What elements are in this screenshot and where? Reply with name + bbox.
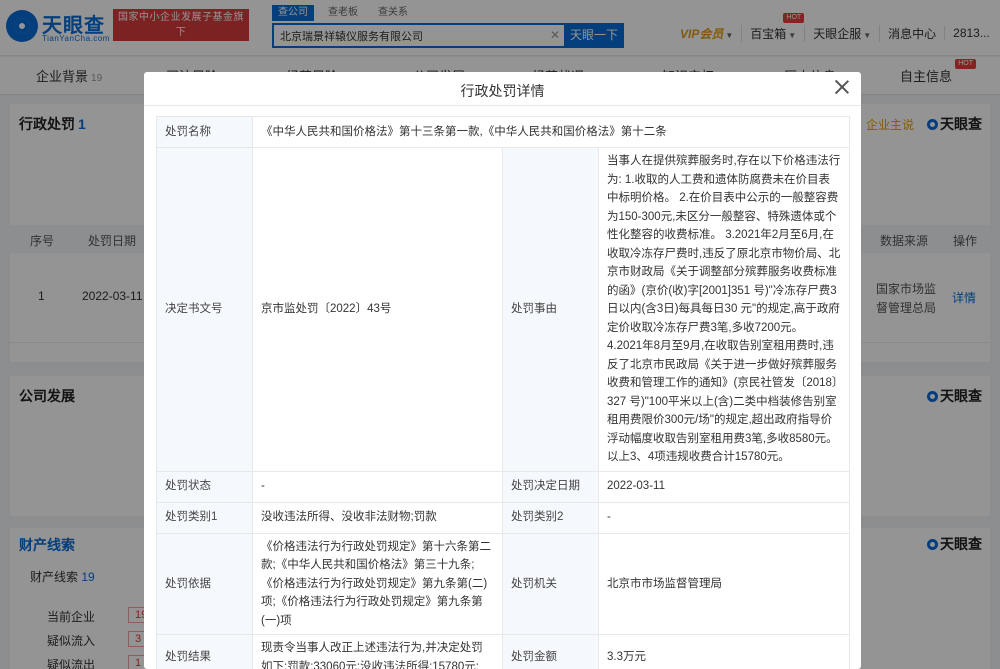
- penalty-basis-label: 处罚依据: [156, 532, 253, 635]
- penalty-result-value: 现责令当事人改正上述违法行为,并决定处罚如下:罚款:33060元;没收违法所得:…: [252, 634, 503, 669]
- penalty-category2-label: 处罚类别2: [502, 501, 599, 534]
- penalty-category1-value: 没收违法所得、没收非法财物;罚款: [252, 501, 503, 534]
- table-row: 处罚结果 现责令当事人改正上述违法行为,并决定处罚如下:罚款:33060元;没收…: [156, 634, 851, 669]
- penalty-authority-label: 处罚机关: [502, 532, 599, 635]
- penalty-result-label: 处罚结果: [156, 634, 253, 669]
- penalty-amount-label: 处罚金额: [502, 634, 599, 669]
- close-icon[interactable]: [834, 79, 850, 95]
- penalty-category1-label: 处罚类别1: [156, 501, 253, 534]
- table-row: 处罚类别1 没收违法所得、没收非法财物;罚款 处罚类别2 -: [156, 501, 851, 534]
- modal-title: 行政处罚详情: [460, 83, 545, 99]
- penalty-name-value: 《中华人民共和国价格法》第十三条第一款,《中华人民共和国价格法》第十二条: [251, 116, 851, 148]
- table-row: 处罚状态 - 处罚决定日期 2022-03-11: [156, 470, 851, 503]
- decision-number-value: 京市监处罚〔2022〕43号: [252, 147, 503, 472]
- penalty-category2-value: -: [597, 501, 851, 534]
- penalty-reason-label: 处罚事由: [502, 147, 599, 472]
- penalty-detail-modal: 行政处罚详情 处罚名称 《中华人民共和国价格法》第十三条第一款,《中华人民共和国…: [144, 72, 861, 669]
- decision-date-label: 处罚决定日期: [502, 470, 599, 503]
- table-row: 决定书文号 京市监处罚〔2022〕43号 处罚事由 当事人在提供殡葬服务时,存在…: [156, 147, 851, 472]
- penalty-basis-value: 《价格违法行为行政处罚规定》第十六条第二款;《中华人民共和国价格法》第三十九条;…: [252, 532, 503, 635]
- penalty-name-label: 处罚名称: [156, 116, 253, 148]
- table-row: 处罚名称 《中华人民共和国价格法》第十三条第一款,《中华人民共和国价格法》第十二…: [156, 116, 851, 148]
- penalty-reason-value: 当事人在提供殡葬服务时,存在以下价格违法行为: 1.收取的人工费和遗体防腐费未在…: [597, 147, 851, 472]
- modal-header: 行政处罚详情: [144, 72, 861, 106]
- penalty-status-value: -: [252, 470, 503, 503]
- penalty-authority-value: 北京市市场监督管理局: [597, 532, 851, 635]
- penalty-amount-value: 3.3万元: [597, 634, 851, 669]
- penalty-detail-table: 处罚名称 《中华人民共和国价格法》第十三条第一款,《中华人民共和国价格法》第十二…: [156, 116, 851, 669]
- table-row: 处罚依据 《价格违法行为行政处罚规定》第十六条第二款;《中华人民共和国价格法》第…: [156, 532, 851, 635]
- decision-date-value: 2022-03-11: [597, 470, 851, 503]
- decision-number-label: 决定书文号: [156, 147, 253, 472]
- penalty-status-label: 处罚状态: [156, 470, 253, 503]
